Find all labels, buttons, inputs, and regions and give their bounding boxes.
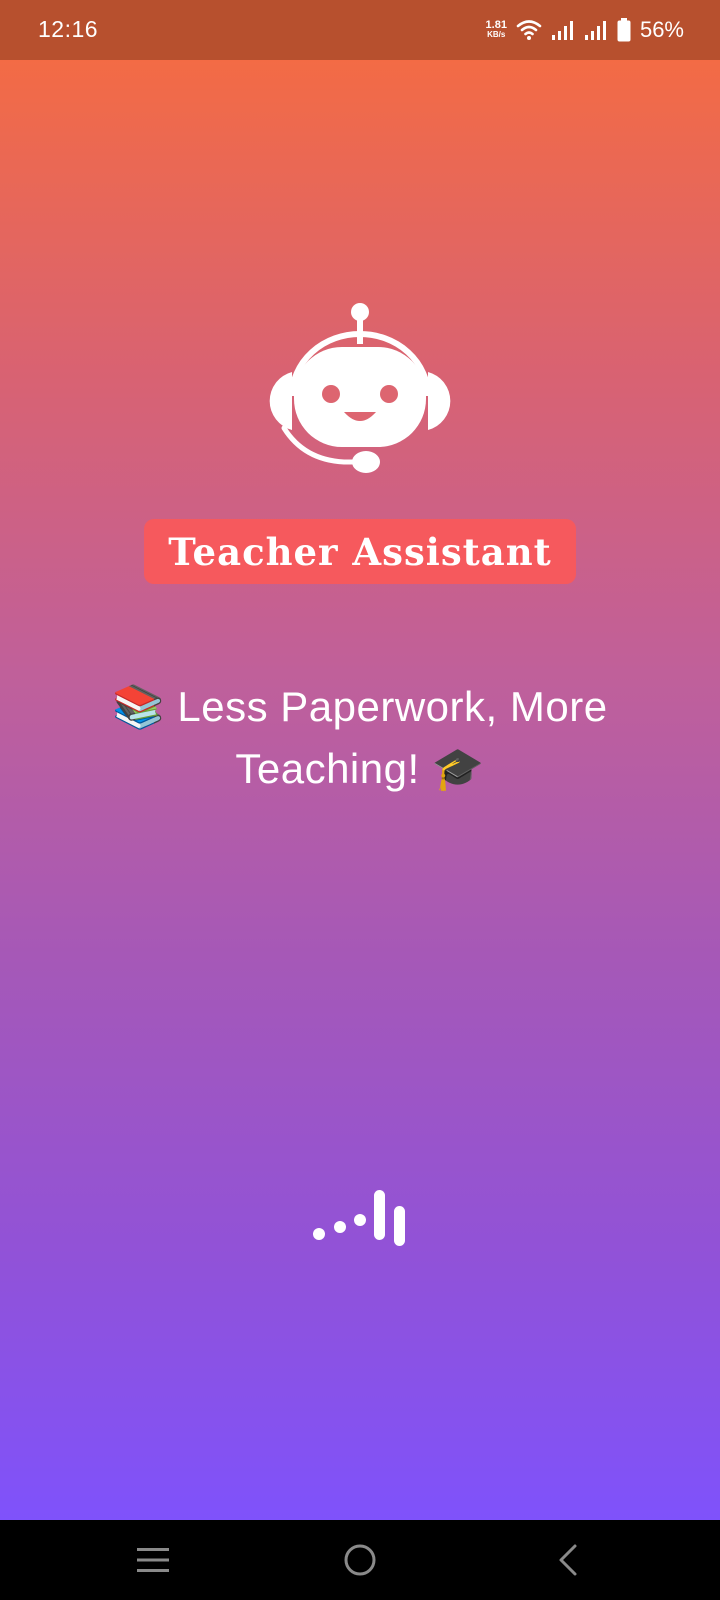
- menu-button[interactable]: [131, 1538, 175, 1582]
- network-speed: 1.81 KB/s: [486, 20, 507, 40]
- status-icons: 1.81 KB/s 56%: [486, 14, 684, 46]
- app-title: Teacher Assistant: [168, 529, 552, 574]
- tagline: 📚 Less Paperwork, More Teaching! 🎓: [60, 676, 660, 800]
- battery-percentage: 56%: [639, 17, 684, 42]
- battery-icon: [617, 18, 631, 42]
- home-button[interactable]: [338, 1538, 382, 1582]
- navigation-bar: [0, 1520, 720, 1600]
- tagline-text: Less Paperwork, More Teaching!: [177, 683, 608, 792]
- status-time: 12:16: [38, 16, 99, 42]
- signal-icon: [551, 21, 573, 40]
- network-speed-unit: KB/s: [487, 30, 506, 39]
- menu-icon: [137, 1548, 169, 1572]
- brand-badge: Teacher Assistant: [144, 519, 576, 584]
- back-icon: [559, 1544, 577, 1576]
- loading-bars-icon: [313, 1190, 405, 1246]
- graduation-cap-icon: 🎓: [431, 744, 485, 793]
- status-bar: 12:16 1.81 KB/s 56%: [0, 0, 720, 60]
- wifi-icon: [516, 20, 542, 40]
- back-button[interactable]: [546, 1538, 590, 1582]
- home-icon: [344, 1544, 376, 1576]
- books-icon: 📚: [112, 682, 166, 731]
- signal-icon: [584, 21, 606, 40]
- robot-headset-icon: [269, 303, 451, 473]
- splash-screen: Teacher Assistant 📚 Less Paperwork, More…: [0, 60, 720, 1520]
- network-speed-value: 1.81: [485, 19, 507, 31]
